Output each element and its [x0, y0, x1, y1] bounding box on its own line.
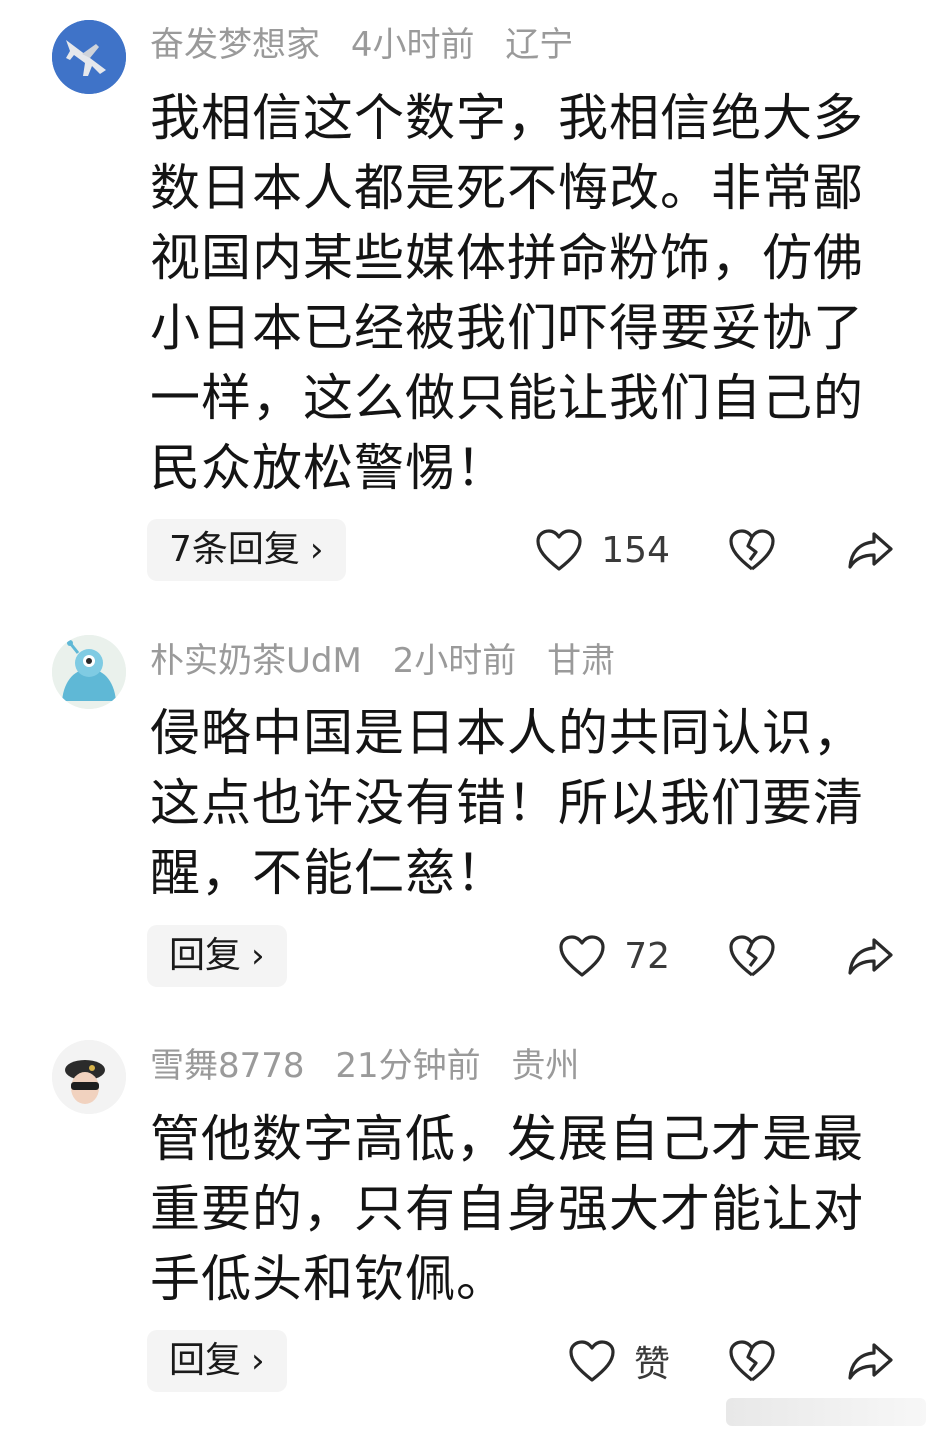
soldier-icon	[52, 1040, 126, 1114]
like-button[interactable]: 赞	[568, 1335, 670, 1387]
avatar[interactable]	[52, 20, 126, 94]
comment-text: 管他数字高低，发展自己才是最重要的，只有自身强大才能让对手低头和钦佩。	[150, 1110, 864, 1308]
reply-button[interactable]: 7条回复 ›	[147, 519, 346, 581]
location: 贵州	[511, 1046, 580, 1086]
comment-actions: 赞	[568, 1330, 894, 1392]
username[interactable]: 奋发梦想家	[150, 25, 320, 65]
broken-heart-icon[interactable]	[728, 934, 776, 978]
comment-actions: 72	[558, 925, 894, 987]
like-count: 72	[624, 935, 670, 977]
chevron-right-icon: ›	[251, 1341, 265, 1381]
chevron-right-icon: ›	[251, 936, 265, 976]
username[interactable]: 雪舞8778	[150, 1046, 305, 1086]
timestamp: 4小时前	[350, 25, 475, 65]
heart-icon	[558, 934, 606, 978]
comment-text: 我相信这个数字，我相信绝大多数日本人都是死不悔改。非常鄙视国内某些媒体拼命粉饰，…	[150, 89, 864, 497]
comment-text: 侵略中国是日本人的共同认识，这点也许没有错！所以我们要清醒，不能仁慈！	[150, 704, 864, 902]
reply-label: 7条回复	[169, 529, 300, 570]
location: 辽宁	[505, 25, 574, 65]
timestamp: 21分钟前	[335, 1046, 481, 1086]
broken-heart-icon[interactable]	[728, 1339, 776, 1383]
avatar[interactable]	[52, 1040, 126, 1114]
reply-label: 回复	[169, 935, 242, 976]
username[interactable]: 朴实奶茶UdM	[150, 641, 362, 681]
like-button[interactable]: 154	[535, 528, 670, 572]
comment-meta: 朴实奶茶UdM 2小时前 甘肃	[150, 641, 635, 681]
share-icon[interactable]	[846, 528, 894, 572]
timestamp: 2小时前	[392, 641, 517, 681]
share-icon[interactable]	[846, 934, 894, 978]
like-count: 赞	[633, 1344, 670, 1385]
comment-meta: 雪舞8778 21分钟前 贵州	[150, 1046, 599, 1086]
jet-icon	[52, 20, 126, 94]
broken-heart-icon[interactable]	[728, 528, 776, 572]
reply-label: 回复	[169, 1340, 242, 1381]
location: 甘肃	[547, 641, 616, 681]
alien-icon	[52, 635, 126, 709]
reply-button[interactable]: 回复 ›	[147, 1330, 287, 1392]
like-button[interactable]: 72	[558, 934, 670, 978]
comment-actions: 154	[535, 519, 894, 581]
heart-icon	[568, 1339, 616, 1383]
reply-button[interactable]: 回复 ›	[147, 925, 287, 987]
heart-icon	[535, 528, 583, 572]
like-count: 154	[601, 529, 670, 571]
watermark-bar	[726, 1398, 926, 1426]
avatar[interactable]	[52, 635, 126, 709]
chevron-right-icon: ›	[309, 530, 324, 570]
share-icon[interactable]	[846, 1339, 894, 1383]
comment-meta: 奋发梦想家 4小时前 辽宁	[150, 25, 593, 65]
